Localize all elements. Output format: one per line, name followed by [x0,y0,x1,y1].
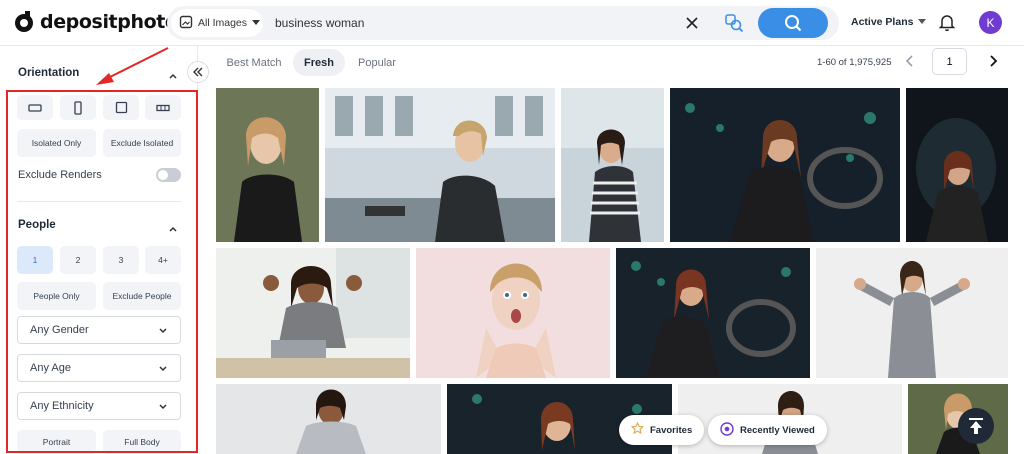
logo[interactable]: depositphotos [12,10,189,34]
page-number-input[interactable]: 1 [932,48,967,75]
top-header: depositphotos All Images business woman … [0,0,1024,46]
photo-thumbnail[interactable] [216,88,319,242]
full-body-button[interactable]: Full Body [103,430,181,454]
search-input[interactable]: business woman [275,16,364,30]
people-count-1[interactable]: 1 [17,246,53,274]
search-button[interactable] [758,8,828,38]
chevron-up-icon[interactable] [168,68,178,79]
orientation-square-button[interactable] [103,95,139,120]
photo-thumbnail[interactable] [906,88,1008,242]
visual-search-icon[interactable] [724,13,744,33]
search-bar: All Images business woman [167,6,839,40]
active-plans-label: Active Plans [851,16,914,28]
isolated-only-button[interactable]: Isolated Only [17,129,96,157]
collapse-sidebar-button[interactable] [187,61,209,83]
eye-icon [720,421,734,439]
scroll-to-top-button[interactable] [958,408,994,444]
favorites-button[interactable]: Favorites [619,415,705,445]
photo-thumbnail[interactable] [561,88,664,242]
people-count-2[interactable]: 2 [60,246,96,274]
people-only-button[interactable]: People Only [17,282,96,310]
gender-select[interactable]: Any Gender [17,316,181,344]
people-count-4plus[interactable]: 4+ [145,246,181,274]
avatar[interactable]: K [979,11,1002,34]
chevron-right-icon[interactable] [986,54,1000,68]
image-icon [179,15,193,32]
people-title: People [18,219,56,231]
logo-icon [12,10,36,34]
chevron-down-icon [158,364,168,374]
orientation-horizontal-button[interactable] [17,95,53,120]
recently-viewed-label: Recently Viewed [740,424,815,436]
chevron-down-icon [158,402,168,412]
orientation-vertical-button[interactable] [60,95,96,120]
chevron-up-icon[interactable] [168,221,178,232]
favorites-label: Favorites [650,424,693,436]
active-plans-menu[interactable]: Active Plans [851,16,927,28]
landscape-icon [28,103,42,112]
ethnicity-select-value: Any Ethnicity [30,400,94,412]
tab-best-match[interactable]: Best Match [222,49,286,76]
search-icon [785,15,802,32]
photo-thumbnail[interactable] [670,88,900,242]
double-chevron-left-icon [193,67,203,77]
bell-icon[interactable] [937,12,957,32]
search-scope-label: All Images [198,17,248,29]
photo-thumbnail[interactable] [816,248,1008,378]
results-toolbar: Best Match Fresh Popular 1-60 of 1,975,9… [200,46,1024,82]
photo-thumbnail[interactable] [908,384,1008,454]
chevron-down-icon [158,326,168,336]
close-icon[interactable] [683,14,701,32]
orientation-panoramic-button[interactable] [145,95,181,120]
exclude-people-button[interactable]: Exclude People [103,282,181,310]
caret-down-icon [252,17,261,29]
recently-viewed-button[interactable]: Recently Viewed [708,415,827,445]
panorama-icon [156,104,170,111]
portrait-icon [74,100,82,115]
photo-thumbnail[interactable] [616,248,810,378]
results-count: 1-60 of 1,975,925 [817,57,892,68]
age-select[interactable]: Any Age [17,354,181,382]
portrait-button[interactable]: Portrait [17,430,96,454]
orientation-title: Orientation [18,67,80,79]
star-icon [630,421,645,438]
filter-sidebar: Orientation Isolated Only Exclude Isolat… [0,46,209,454]
chevron-left-icon[interactable] [903,54,917,68]
tab-fresh[interactable]: Fresh [293,49,345,76]
square-icon [115,101,127,114]
tab-popular[interactable]: Popular [352,49,402,76]
photo-thumbnail[interactable] [216,248,410,378]
search-scope-dropdown[interactable]: All Images [171,9,263,37]
divider [17,201,182,202]
photo-thumbnail[interactable] [325,88,555,242]
people-count-3[interactable]: 3 [103,246,139,274]
gender-select-value: Any Gender [30,324,89,336]
caret-down-icon [918,16,927,28]
exclude-renders-label: Exclude Renders [18,169,102,181]
photo-thumbnail[interactable] [216,384,441,454]
age-select-value: Any Age [30,362,71,374]
photo-thumbnail[interactable] [416,248,610,378]
exclude-renders-toggle[interactable] [156,168,181,182]
arrow-up-icon [969,418,983,434]
ethnicity-select[interactable]: Any Ethnicity [17,392,181,420]
exclude-isolated-button[interactable]: Exclude Isolated [103,129,181,157]
